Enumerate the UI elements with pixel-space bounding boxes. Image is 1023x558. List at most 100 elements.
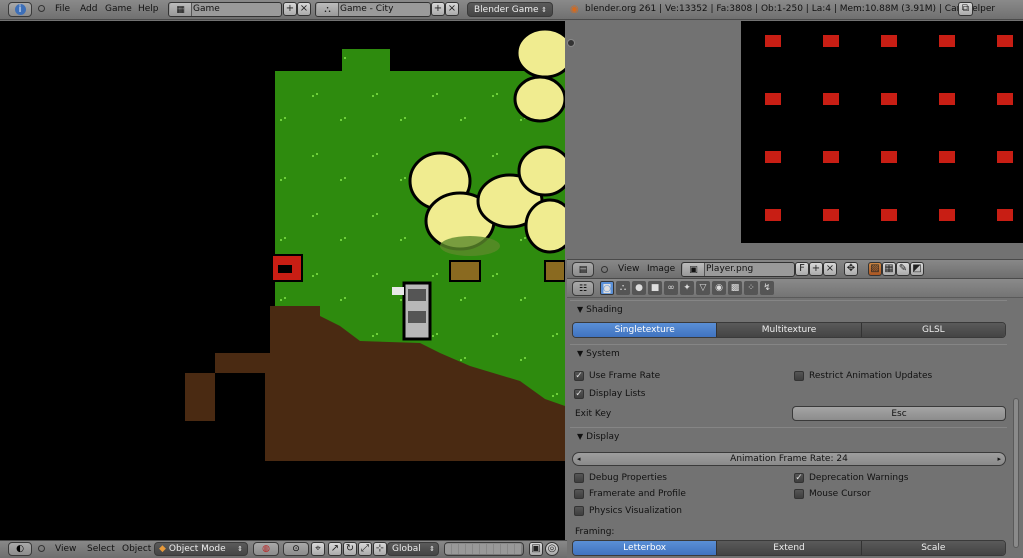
scene-tab-icon[interactable]: ⛬ — [616, 281, 630, 295]
framing-scale-button[interactable]: Scale — [861, 541, 1005, 555]
viewport-shading-select[interactable]: ◍ — [253, 542, 279, 556]
sprite-frame — [817, 143, 841, 165]
menu-image[interactable]: Image — [647, 264, 675, 274]
screen-layout-icon: ▦ — [170, 3, 192, 16]
restrict-animation-checkbox[interactable]: Restrict Animation Updates — [794, 371, 932, 381]
object-tab-icon[interactable]: ■ — [648, 281, 662, 295]
menu-game[interactable]: Game — [105, 4, 132, 14]
collapse-menu-icon[interactable] — [601, 266, 608, 273]
collapse-menu-icon[interactable] — [38, 5, 45, 12]
viewport-shading-icon: ◍ — [262, 544, 270, 554]
shading-singletexture-button[interactable]: Singletexture — [573, 323, 718, 337]
scene-icon: ⛬ — [317, 3, 339, 16]
layer-buttons[interactable] — [444, 542, 524, 556]
new-image-button[interactable]: + — [809, 262, 823, 276]
display-panel-header[interactable]: ▼ Display — [570, 427, 1007, 445]
decrement-arrow-icon[interactable]: ◂ — [577, 455, 581, 463]
remove-screen-button[interactable]: × — [297, 2, 311, 16]
render-preview-button[interactable]: ◎ — [545, 542, 559, 556]
checkbox-icon — [794, 371, 804, 381]
remove-scene-button[interactable]: × — [445, 2, 459, 16]
transform-orientation-select[interactable]: Global ⇕ — [387, 542, 439, 556]
area-split-icon[interactable] — [567, 39, 575, 47]
z-buffer-button[interactable]: ◩ — [910, 262, 924, 276]
manipulator-toggle[interactable]: ⌖ — [311, 542, 325, 556]
physics-visualization-checkbox[interactable]: Physics Visualization — [574, 506, 682, 516]
top-header: i File Add Game Help ▦ Game + × ⛬ Game -… — [0, 0, 1023, 20]
add-scene-button[interactable]: + — [431, 2, 445, 16]
deprecation-warnings-checkbox[interactable]: ✓ Deprecation Warnings — [794, 473, 908, 483]
axis-manipulator-icon[interactable]: ⊹ — [373, 542, 387, 556]
alpha-button[interactable]: ▦ — [882, 262, 896, 276]
use-frame-rate-checkbox[interactable]: ✓ Use Frame Rate — [574, 371, 660, 381]
camhelper-button[interactable]: ⧉ — [958, 2, 973, 16]
texture-tab-icon[interactable]: ▩ — [728, 281, 742, 295]
checkbox-icon — [574, 506, 584, 516]
lock-camera-layers-button[interactable]: ▣ — [529, 542, 543, 556]
increment-arrow-icon[interactable]: ▸ — [997, 455, 1001, 463]
framing-letterbox-button[interactable]: Letterbox — [573, 541, 718, 555]
modifiers-tab-icon[interactable]: ✦ — [680, 281, 694, 295]
system-panel-header[interactable]: ▼ System — [570, 344, 1007, 362]
debug-properties-checkbox[interactable]: Debug Properties — [574, 473, 667, 483]
display-lists-checkbox[interactable]: ✓ Display Lists — [574, 389, 645, 399]
exit-key-button[interactable]: Esc — [792, 406, 1006, 421]
pivot-point-select[interactable]: ⊙ — [283, 542, 309, 556]
framing-label: Framing: — [575, 527, 615, 537]
object-mode-icon: ◆ — [159, 544, 166, 554]
world-tab-icon[interactable]: ● — [632, 281, 646, 295]
material-tab-icon[interactable]: ◉ — [712, 281, 726, 295]
image-editor-type-button[interactable]: ▤ — [572, 262, 594, 277]
screen-layout-name: Game — [193, 4, 220, 14]
shading-multitexture-button[interactable]: Multitexture — [717, 323, 862, 337]
mouse-cursor-label: Mouse Cursor — [809, 489, 871, 499]
translate-manipulator-icon[interactable]: ↗ — [328, 542, 342, 556]
framerate-profile-checkbox[interactable]: Framerate and Profile — [574, 489, 686, 499]
mouse-cursor-checkbox[interactable]: Mouse Cursor — [794, 489, 871, 499]
object-mode-select[interactable]: ◆ Object Mode ⇕ — [154, 542, 248, 556]
properties-header: ☷ ◙ ⛬ ● ■ ∞ ✦ ▽ ◉ ▩ ⁘ ↯ — [567, 279, 1023, 298]
properties-panel: ▼ Shading Singletexture Multitexture GLSL… — [567, 298, 1023, 558]
checkmark-icon: ✓ — [794, 473, 804, 483]
framing-extend-button[interactable]: Extend — [717, 541, 862, 555]
sprite-frame — [875, 201, 899, 223]
physics-visualization-label: Physics Visualization — [589, 506, 682, 516]
fake-user-button[interactable]: F — [795, 262, 809, 276]
menu-select[interactable]: Select — [87, 544, 115, 554]
collapse-menu-icon[interactable] — [38, 545, 45, 552]
physics-tab-icon[interactable]: ↯ — [760, 281, 774, 295]
image-name-value: Player.png — [706, 264, 754, 274]
add-screen-button[interactable]: + — [283, 2, 297, 16]
data-tab-icon[interactable]: ▽ — [696, 281, 710, 295]
particles-tab-icon[interactable]: ⁘ — [744, 281, 758, 295]
menu-add[interactable]: Add — [80, 4, 97, 14]
3d-viewport[interactable] — [0, 21, 565, 540]
rotate-manipulator-icon[interactable]: ↻ — [343, 542, 357, 556]
display-channels-button[interactable]: ▨ — [868, 262, 882, 276]
info-editor-type-button[interactable]: i — [8, 2, 32, 17]
scene-field[interactable]: ⛬ Game - City — [315, 2, 431, 17]
menu-file[interactable]: File — [55, 4, 70, 14]
menu-help[interactable]: Help — [138, 4, 159, 14]
menu-view[interactable]: View — [55, 544, 76, 554]
checkbox-icon — [574, 489, 584, 499]
constraints-tab-icon[interactable]: ∞ — [664, 281, 678, 295]
image-name-field[interactable]: ▣ Player.png — [681, 262, 795, 277]
unlink-image-button[interactable]: × — [823, 262, 837, 276]
menu-view[interactable]: View — [618, 264, 639, 274]
properties-editor-type-button[interactable]: ☷ — [572, 281, 594, 296]
properties-scrollbar[interactable] — [1013, 398, 1019, 548]
paint-button[interactable]: ✎ — [896, 262, 910, 276]
scale-manipulator-icon[interactable]: ⤢ — [358, 542, 372, 556]
image-editor-canvas[interactable] — [567, 21, 1023, 259]
checkmark-icon: ✓ — [574, 371, 584, 381]
3d-view-editor-type-button[interactable]: ◐ — [8, 542, 32, 556]
render-engine-select[interactable]: Blender Game ⇕ — [467, 2, 553, 17]
pin-image-button[interactable]: ✥ — [844, 262, 858, 276]
render-tab-icon[interactable]: ◙ — [600, 281, 614, 295]
shading-panel-header[interactable]: ▼ Shading — [570, 300, 1007, 318]
screen-layout-field[interactable]: ▦ Game — [168, 2, 282, 17]
animation-frame-rate-slider[interactable]: ◂ Animation Frame Rate: 24 ▸ — [572, 452, 1006, 466]
menu-object[interactable]: Object — [122, 544, 151, 554]
shading-glsl-button[interactable]: GLSL — [861, 323, 1005, 337]
